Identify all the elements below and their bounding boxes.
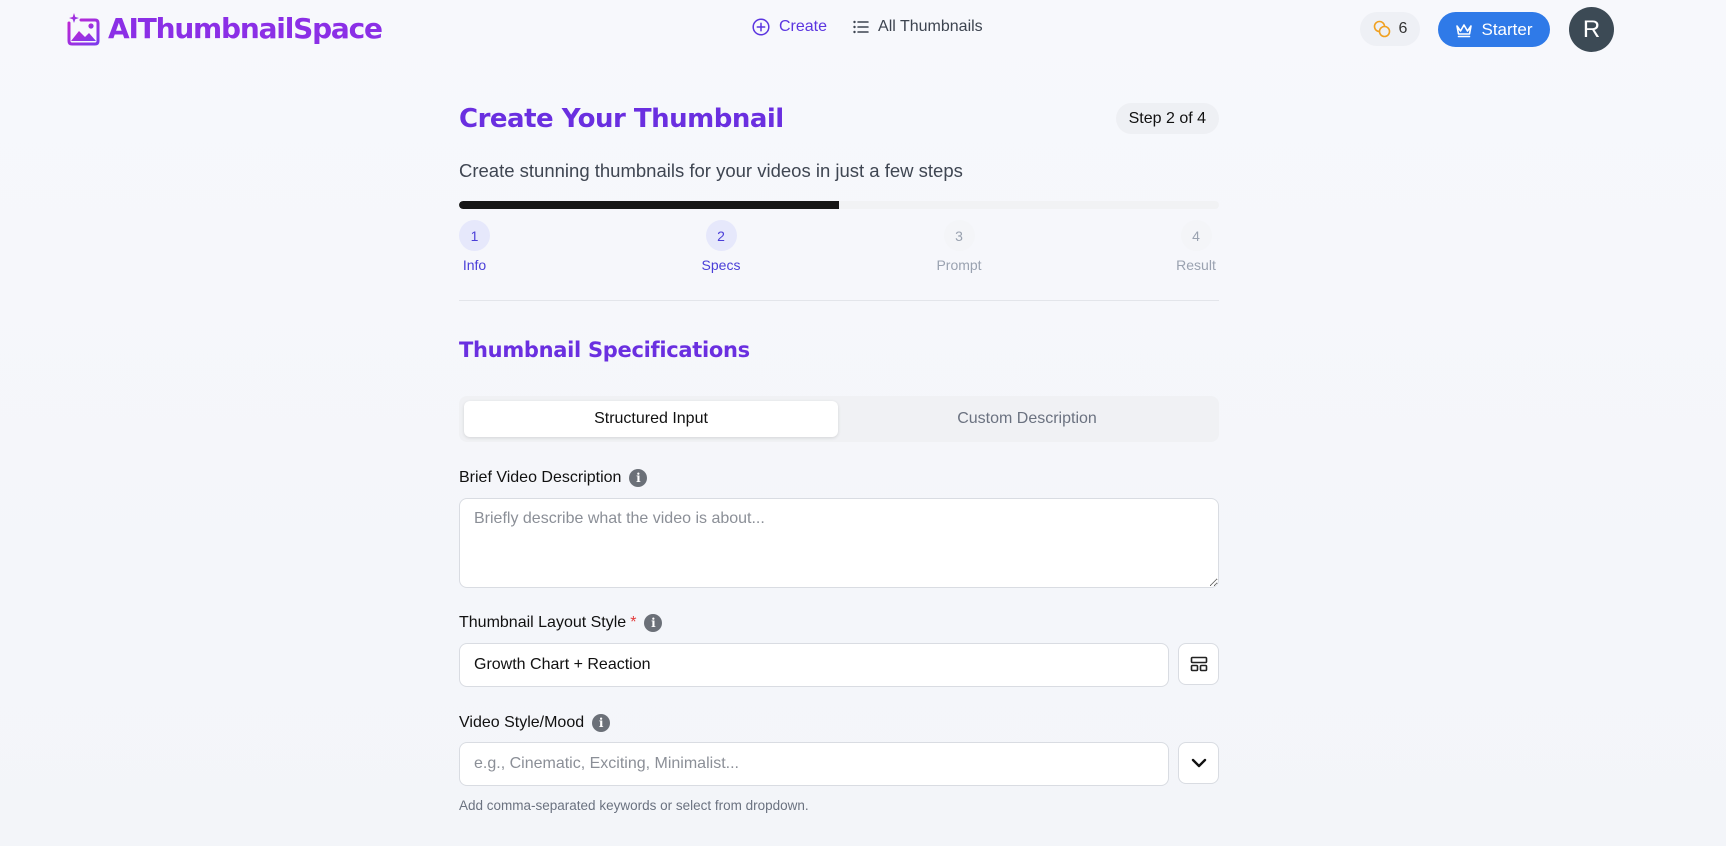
description-label-text: Brief Video Description bbox=[459, 469, 622, 486]
starter-plan-button[interactable]: Starter bbox=[1438, 12, 1550, 47]
step-label: Specs bbox=[701, 257, 741, 273]
video-description-textarea[interactable] bbox=[459, 498, 1219, 588]
nav-create-link[interactable]: Create bbox=[752, 18, 827, 36]
brand-logo[interactable]: AIThumbnailSpace bbox=[66, 12, 383, 46]
video-style-mood-input[interactable] bbox=[459, 742, 1169, 786]
progress-bar bbox=[459, 201, 1219, 209]
page-subtitle: Create stunning thumbnails for your vide… bbox=[459, 160, 963, 181]
mood-label-text: Video Style/Mood bbox=[459, 714, 585, 731]
input-mode-tabs: Structured Input Custom Description bbox=[459, 396, 1219, 442]
tab-structured-input[interactable]: Structured Input bbox=[464, 401, 838, 437]
step-number: 4 bbox=[1180, 220, 1212, 251]
main-nav: Create All Thumbnails bbox=[752, 18, 983, 36]
step-label: Prompt bbox=[936, 257, 982, 273]
step-list: 1 Info 2 Specs 3 Prompt 4 Result bbox=[459, 220, 1219, 280]
info-icon[interactable]: i bbox=[629, 469, 648, 487]
coins-icon bbox=[1373, 20, 1390, 38]
info-icon[interactable]: i bbox=[592, 714, 611, 732]
credits-badge[interactable]: 6 bbox=[1360, 12, 1420, 46]
mood-dropdown-button[interactable] bbox=[1178, 742, 1219, 784]
image-sparkle-icon bbox=[67, 13, 100, 46]
section-divider bbox=[459, 300, 1219, 301]
section-title: Thumbnail Specifications bbox=[459, 338, 750, 362]
chevron-down-icon bbox=[1191, 758, 1206, 768]
brand-name: AIThumbnailSpace bbox=[108, 12, 383, 45]
step-number: 1 bbox=[459, 220, 490, 251]
step-prompt[interactable]: 3 Prompt bbox=[929, 220, 989, 273]
mood-helper-text: Add comma-separated keywords or select f… bbox=[459, 798, 809, 813]
starter-plan-label: Starter bbox=[1481, 19, 1533, 39]
step-info[interactable]: 1 Info bbox=[459, 220, 490, 273]
layout-grid-icon bbox=[1190, 656, 1207, 672]
info-icon[interactable]: i bbox=[644, 614, 663, 632]
avatar-initial: R bbox=[1582, 15, 1601, 43]
top-header: AIThumbnailSpace Create All Thumbnails 6 bbox=[0, 0, 1726, 60]
nav-all-thumbnails-link[interactable]: All Thumbnails bbox=[853, 18, 983, 36]
step-result[interactable]: 4 Result bbox=[1171, 220, 1221, 273]
layout-style-input[interactable] bbox=[459, 643, 1169, 687]
required-marker: * bbox=[630, 614, 637, 631]
mood-field-label: Video Style/Mood i bbox=[459, 714, 611, 732]
step-number: 3 bbox=[943, 220, 975, 251]
progress-bar-fill bbox=[459, 201, 839, 209]
page-title: Create Your Thumbnail bbox=[459, 104, 784, 134]
step-number: 2 bbox=[705, 220, 737, 251]
credits-count: 6 bbox=[1398, 20, 1408, 37]
description-field-label: Brief Video Description i bbox=[459, 469, 648, 487]
layout-label-text: Thumbnail Layout Style bbox=[459, 614, 627, 631]
step-specs[interactable]: 2 Specs bbox=[696, 220, 746, 273]
list-icon bbox=[853, 20, 869, 34]
nav-create-label: Create bbox=[779, 18, 828, 35]
plus-circle-icon bbox=[752, 18, 770, 36]
layout-field-label: Thumbnail Layout Style * i bbox=[459, 614, 663, 632]
crown-icon bbox=[1456, 23, 1473, 37]
user-avatar[interactable]: R bbox=[1569, 7, 1614, 52]
layout-picker-button[interactable] bbox=[1178, 643, 1219, 685]
step-label: Result bbox=[1176, 257, 1216, 273]
step-indicator-badge: Step 2 of 4 bbox=[1115, 103, 1219, 134]
nav-all-thumbnails-label: All Thumbnails bbox=[878, 18, 983, 35]
tab-custom-description[interactable]: Custom Description bbox=[840, 401, 1214, 437]
step-label: Info bbox=[462, 257, 487, 273]
